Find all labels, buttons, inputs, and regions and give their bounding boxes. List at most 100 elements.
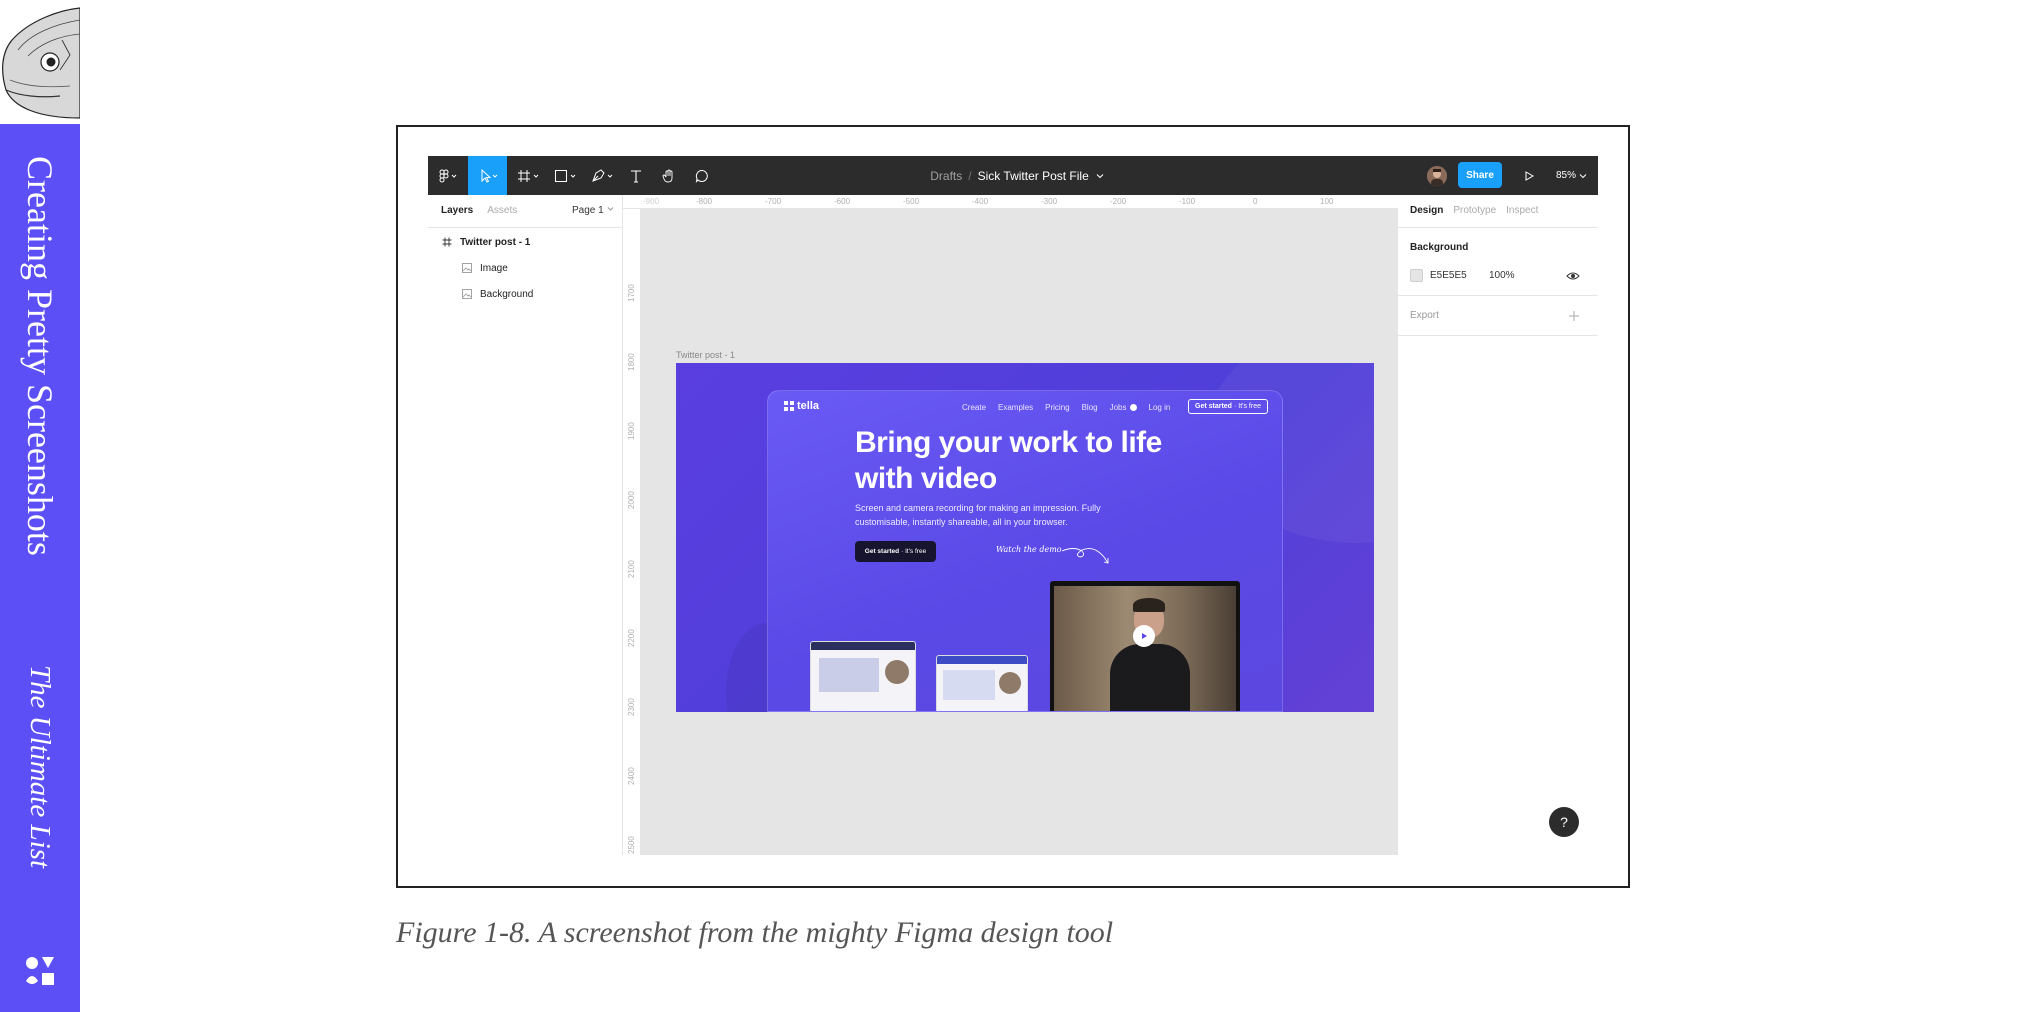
image-icon <box>462 289 472 299</box>
tab-design[interactable]: Design <box>1410 205 1443 216</box>
vertical-ruler: 1700 1800 1900 2000 2100 2200 2300 2400 … <box>623 209 641 855</box>
site-nav-item[interactable]: Log in <box>1149 403 1171 412</box>
video-play-button[interactable] <box>1133 625 1155 647</box>
image-icon <box>462 263 472 273</box>
help-button[interactable]: ? <box>1549 807 1579 837</box>
zoom-label: 85% <box>1556 170 1577 181</box>
curved-arrow-icon <box>1061 548 1109 564</box>
chevron-down-icon[interactable] <box>1094 171 1106 181</box>
background-section-title: Background <box>1410 242 1469 253</box>
user-avatar[interactable] <box>1427 166 1447 186</box>
figma-window: Drafts / Sick Twitter Post File Share 85… <box>428 156 1598 855</box>
share-button[interactable]: Share <box>1458 162 1502 188</box>
panel-divider <box>1398 295 1598 296</box>
shape-tool-button[interactable] <box>549 156 583 195</box>
ruler-tick: -600 <box>834 197 851 206</box>
hero-headline: Bring your work to life with video <box>855 426 1162 495</box>
thumbnail-card <box>936 655 1028 711</box>
layers-panel: Layers Assets Page 1 Twitter post - 1 Im… <box>428 195 623 855</box>
ruler-tick: 1900 <box>627 422 636 440</box>
hero-get-started-button[interactable]: Get started · It's free <box>855 541 936 562</box>
layers-panel-tabs: Layers Assets <box>441 205 517 219</box>
thumbnail-preview <box>943 670 995 700</box>
tab-assets[interactable]: Assets <box>487 205 517 219</box>
ruler-tick: -200 <box>1110 197 1127 206</box>
thumbnail-avatar <box>999 672 1021 694</box>
chevron-down-icon <box>608 207 614 211</box>
ruler-tick: 2000 <box>627 491 636 509</box>
frame-label[interactable]: Twitter post - 1 <box>676 350 735 360</box>
background-color-swatch[interactable] <box>1410 269 1423 282</box>
site-logo-text: tella <box>797 400 820 412</box>
thumbnail-header <box>937 656 1027 664</box>
rectangle-icon <box>555 169 576 182</box>
present-button[interactable] <box>1514 156 1544 195</box>
website-screenshot[interactable]: tella Create Examples Pricing Blog Jobs … <box>767 390 1283 712</box>
zoom-menu[interactable]: 85% <box>1556 156 1596 195</box>
frame-icon <box>442 237 452 247</box>
figma-menu-button[interactable] <box>428 156 468 195</box>
figure-caption: Figure 1-8. A screenshot from the mighty… <box>396 916 1114 949</box>
chevron-down-icon <box>1579 173 1587 178</box>
site-cta-strong: Get started <box>1195 403 1232 410</box>
layer-item-label: Image <box>480 262 508 274</box>
panel-divider <box>428 227 623 228</box>
hero-subtext: Screen and camera recording for making a… <box>855 503 1101 527</box>
fish-engraving-illustration <box>2 7 80 119</box>
layer-item-twitter-post[interactable]: Twitter post - 1 <box>442 234 530 250</box>
ruler-tick: 2300 <box>627 698 636 716</box>
ruler-tick: 1800 <box>627 353 636 371</box>
export-section-title: Export <box>1410 310 1439 321</box>
tella-logo-icon <box>784 401 794 411</box>
plus-icon[interactable] <box>1568 310 1580 322</box>
publisher-logo-icon <box>26 957 54 985</box>
tab-layers[interactable]: Layers <box>441 205 473 219</box>
site-nav: Create Examples Pricing Blog Jobs Log in <box>962 400 1170 414</box>
thumbnail-card <box>810 641 916 711</box>
site-get-started-button[interactable]: Get started · It's free <box>1188 399 1268 414</box>
design-canvas[interactable]: Twitter post - 1 tella Create Examples P… <box>641 209 1398 855</box>
file-breadcrumb: Drafts / Sick Twitter Post File <box>868 156 1168 195</box>
site-nav-item-label: Jobs <box>1109 402 1127 412</box>
site-nav-item[interactable]: Blog <box>1082 403 1098 412</box>
ruler-tick: -900 <box>643 197 660 206</box>
thumbnail-header <box>811 642 915 650</box>
site-nav-item[interactable]: Examples <box>998 403 1033 412</box>
twitter-post-frame[interactable]: tella Create Examples Pricing Blog Jobs … <box>676 363 1374 712</box>
text-tool-button[interactable] <box>623 156 649 195</box>
frame-tool-button[interactable] <box>512 156 546 195</box>
layer-item-background[interactable]: Background <box>462 286 533 302</box>
page-selector-label: Page 1 <box>572 205 604 216</box>
background-hex-value[interactable]: E5E5E5 <box>1430 270 1467 281</box>
hand-tool-button[interactable] <box>656 156 682 195</box>
design-panel: Design Prototype Inspect Background E5E5… <box>1398 195 1598 855</box>
pen-icon <box>592 168 613 182</box>
layer-item-image[interactable]: Image <box>462 260 508 276</box>
breadcrumb-drafts[interactable]: Drafts <box>930 169 962 183</box>
site-nav-item[interactable]: Create <box>962 403 986 412</box>
avatar-image <box>1427 166 1447 186</box>
tab-inspect[interactable]: Inspect <box>1506 205 1538 216</box>
site-nav-item-jobs[interactable]: Jobs <box>1110 403 1137 412</box>
person-body <box>1110 644 1190 711</box>
ruler-tick: 2500 <box>627 836 636 854</box>
video-frame <box>1054 586 1236 711</box>
eye-icon[interactable] <box>1566 271 1580 281</box>
watch-demo-label: Watch the demo <box>996 545 1062 554</box>
ruler-tick: 2200 <box>627 629 636 647</box>
ruler-tick: -800 <box>696 197 713 206</box>
background-opacity-value[interactable]: 100% <box>1489 270 1515 281</box>
page-selector[interactable]: Page 1 <box>572 205 615 216</box>
ruler-tick: -100 <box>1179 197 1196 206</box>
video-preview[interactable] <box>1050 581 1240 711</box>
book-subtitle: The Ultimate List <box>24 665 56 869</box>
ruler-tick: -300 <box>1041 197 1058 206</box>
tab-prototype[interactable]: Prototype <box>1453 205 1496 216</box>
design-panel-tabs: Design Prototype Inspect <box>1410 205 1538 216</box>
layer-item-label: Background <box>480 288 534 300</box>
site-nav-item[interactable]: Pricing <box>1045 403 1069 412</box>
comment-tool-button[interactable] <box>689 156 715 195</box>
pen-tool-button[interactable] <box>586 156 620 195</box>
move-tool-button[interactable] <box>468 156 507 195</box>
file-name[interactable]: Sick Twitter Post File <box>978 169 1089 183</box>
